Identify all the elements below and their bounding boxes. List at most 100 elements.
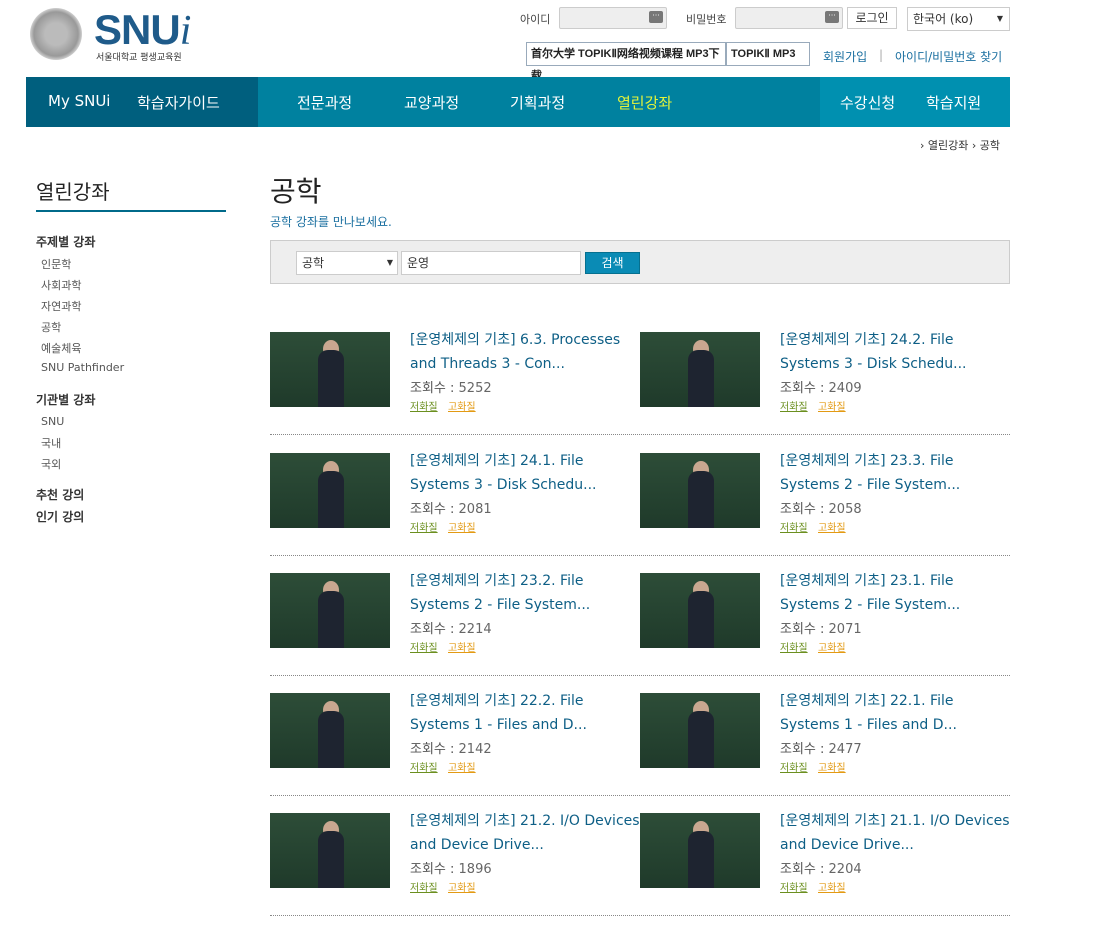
find-account-link[interactable]: 아이디/비밀번호 찾기 — [895, 48, 1002, 65]
sidebar-item-domestic[interactable]: 국내 — [41, 435, 61, 451]
nav-registration[interactable]: 수강신청 — [840, 92, 895, 113]
chevron-down-icon: ▼ — [386, 258, 393, 267]
lecture-title-link[interactable]: [운영체제의 기초] 24.2. File Systems 3 - Disk S… — [780, 328, 1012, 376]
high-quality-link[interactable]: 고화질 — [818, 879, 846, 894]
sidebar-item-humanities[interactable]: 인문학 — [41, 256, 71, 272]
login-button[interactable]: 로그인 — [847, 7, 897, 29]
sidebar-popular[interactable]: 인기 강의 — [36, 508, 84, 525]
password-input[interactable]: ··· — [735, 7, 843, 29]
views-value: 5252 — [458, 381, 492, 396]
high-quality-link[interactable]: 고화질 — [448, 519, 476, 534]
high-quality-link[interactable]: 고화질 — [818, 639, 846, 654]
lecture-thumbnail[interactable] — [270, 453, 390, 528]
high-quality-link[interactable]: 고화질 — [818, 759, 846, 774]
nav-liberal[interactable]: 교양과정 — [404, 92, 459, 113]
lecture-title-link[interactable]: [운영체제의 기초] 22.2. File Systems 1 - Files … — [410, 689, 642, 737]
row-divider — [270, 795, 1010, 796]
sidebar-item-engineering[interactable]: 공학 — [41, 319, 61, 335]
high-quality-link[interactable]: 고화질 — [448, 398, 476, 413]
views-label: 조회수 : — [410, 862, 459, 877]
sidebar-heading-subject[interactable]: 주제별 강좌 — [36, 233, 95, 250]
low-quality-link[interactable]: 저화질 — [410, 879, 438, 894]
sidebar-heading-institution[interactable]: 기관별 강좌 — [36, 391, 95, 408]
sidebar-recommended[interactable]: 추천 강의 — [36, 486, 84, 503]
views-value: 1896 — [458, 862, 492, 877]
view-count: 조회수 : 2142 — [410, 738, 492, 757]
lecture-title-link[interactable]: [운영체제의 기초] 23.2. File Systems 2 - File S… — [410, 569, 642, 617]
lecture-thumbnail[interactable] — [640, 332, 760, 407]
low-quality-link[interactable]: 저화질 — [780, 519, 808, 534]
nav-planned[interactable]: 기획과정 — [510, 92, 565, 113]
nav-learner-guide[interactable]: 학습자가이드 — [137, 92, 220, 113]
nav-open-lectures[interactable]: 열린강좌 — [617, 92, 672, 113]
keyboard-icon[interactable]: ··· — [825, 11, 839, 23]
chevron-down-icon: ▼ — [996, 14, 1003, 23]
sidebar-item-social-science[interactable]: 사회과학 — [41, 277, 81, 293]
id-input[interactable]: ··· — [559, 7, 667, 29]
sidebar-item-snu[interactable]: SNU — [41, 415, 64, 428]
separator: | — [879, 48, 884, 62]
low-quality-link[interactable]: 저화질 — [410, 639, 438, 654]
language-select[interactable]: 한국어 (ko) ▼ — [907, 7, 1010, 31]
language-value: 한국어 (ko) — [913, 12, 974, 26]
nav-learning-support[interactable]: 학습지원 — [926, 92, 981, 113]
view-count: 조회수 : 5252 — [410, 377, 492, 396]
lecture-thumbnail[interactable] — [270, 332, 390, 407]
divider — [36, 210, 226, 212]
high-quality-link[interactable]: 고화질 — [818, 398, 846, 413]
high-quality-link[interactable]: 고화질 — [448, 879, 476, 894]
sidebar-item-arts[interactable]: 예술체육 — [41, 340, 81, 356]
low-quality-link[interactable]: 저화질 — [410, 519, 438, 534]
low-quality-link[interactable]: 저화질 — [780, 398, 808, 413]
lecture-title-link[interactable]: [운영체제의 기초] 21.2. I/O Devices and Device … — [410, 809, 642, 857]
keyboard-icon[interactable]: ··· — [649, 11, 663, 23]
topik-mp3-banner[interactable]: TOPIKⅡ MP3 — [726, 42, 810, 66]
lecture-title-link[interactable]: [운영체제의 기초] 6.3. Processes and Threads 3 … — [410, 328, 642, 376]
lecture-thumbnail[interactable] — [270, 813, 390, 888]
breadcrumb: › 열린강좌 › 공학 — [919, 139, 1000, 152]
nav-professional[interactable]: 전문과정 — [297, 92, 352, 113]
lecture-thumbnail[interactable] — [270, 693, 390, 768]
high-quality-link[interactable]: 고화질 — [818, 519, 846, 534]
low-quality-link[interactable]: 저화질 — [410, 398, 438, 413]
sidebar-item-pathfinder[interactable]: SNU Pathfinder — [41, 361, 124, 374]
breadcrumb-item[interactable]: 열린강좌 — [928, 139, 968, 152]
low-quality-link[interactable]: 저화질 — [780, 759, 808, 774]
lecture-title-link[interactable]: [운영체제의 기초] 23.3. File Systems 2 - File S… — [780, 449, 1012, 497]
topik-video-banner[interactable]: 首尔大学 TOPIKⅡ网络视频课程 MP3下载 — [526, 42, 726, 82]
sidebar-item-overseas[interactable]: 국외 — [41, 456, 61, 472]
lecture-thumbnail[interactable] — [640, 813, 760, 888]
low-quality-link[interactable]: 저화질 — [780, 639, 808, 654]
category-select[interactable]: 공학 ▼ — [296, 251, 398, 275]
lecture-title-link[interactable]: [운영체제의 기초] 24.1. File Systems 3 - Disk S… — [410, 449, 642, 497]
views-value: 2142 — [458, 742, 492, 757]
lecture-thumbnail[interactable] — [640, 693, 760, 768]
nav-my-snui[interactable]: My SNUi — [48, 92, 110, 110]
views-value: 2071 — [828, 622, 862, 637]
view-count: 조회수 : 2214 — [410, 618, 492, 637]
snui-logo[interactable]: SNUi — [94, 6, 191, 55]
sidebar-title: 열린강좌 — [36, 180, 110, 204]
views-label: 조회수 : — [410, 742, 459, 757]
high-quality-link[interactable]: 고화질 — [448, 759, 476, 774]
lecture-thumbnail[interactable] — [270, 573, 390, 648]
lecture-title-link[interactable]: [운영체제의 기초] 23.1. File Systems 2 - File S… — [780, 569, 1012, 617]
logo-subtitle: 서울대학교 평생교육원 — [96, 53, 182, 63]
lecture-thumbnail[interactable] — [640, 453, 760, 528]
lecture-title-link[interactable]: [운영체제의 기초] 21.1. I/O Devices and Device … — [780, 809, 1012, 857]
low-quality-link[interactable]: 저화질 — [410, 759, 438, 774]
views-label: 조회수 : — [410, 381, 459, 396]
signup-link[interactable]: 회원가입 — [823, 48, 867, 65]
views-label: 조회수 : — [410, 502, 459, 517]
row-divider — [270, 915, 1010, 916]
view-count: 조회수 : 2409 — [780, 377, 862, 396]
lecture-thumbnail[interactable] — [640, 573, 760, 648]
search-input[interactable]: 운영 — [401, 251, 581, 275]
snu-seal-logo[interactable] — [30, 8, 82, 60]
high-quality-link[interactable]: 고화질 — [448, 639, 476, 654]
lecture-title-link[interactable]: [운영체제의 기초] 22.1. File Systems 1 - Files … — [780, 689, 1012, 737]
low-quality-link[interactable]: 저화질 — [780, 879, 808, 894]
search-button[interactable]: 검색 — [585, 252, 640, 274]
view-count: 조회수 : 2204 — [780, 858, 862, 877]
sidebar-item-natural-science[interactable]: 자연과학 — [41, 298, 81, 314]
